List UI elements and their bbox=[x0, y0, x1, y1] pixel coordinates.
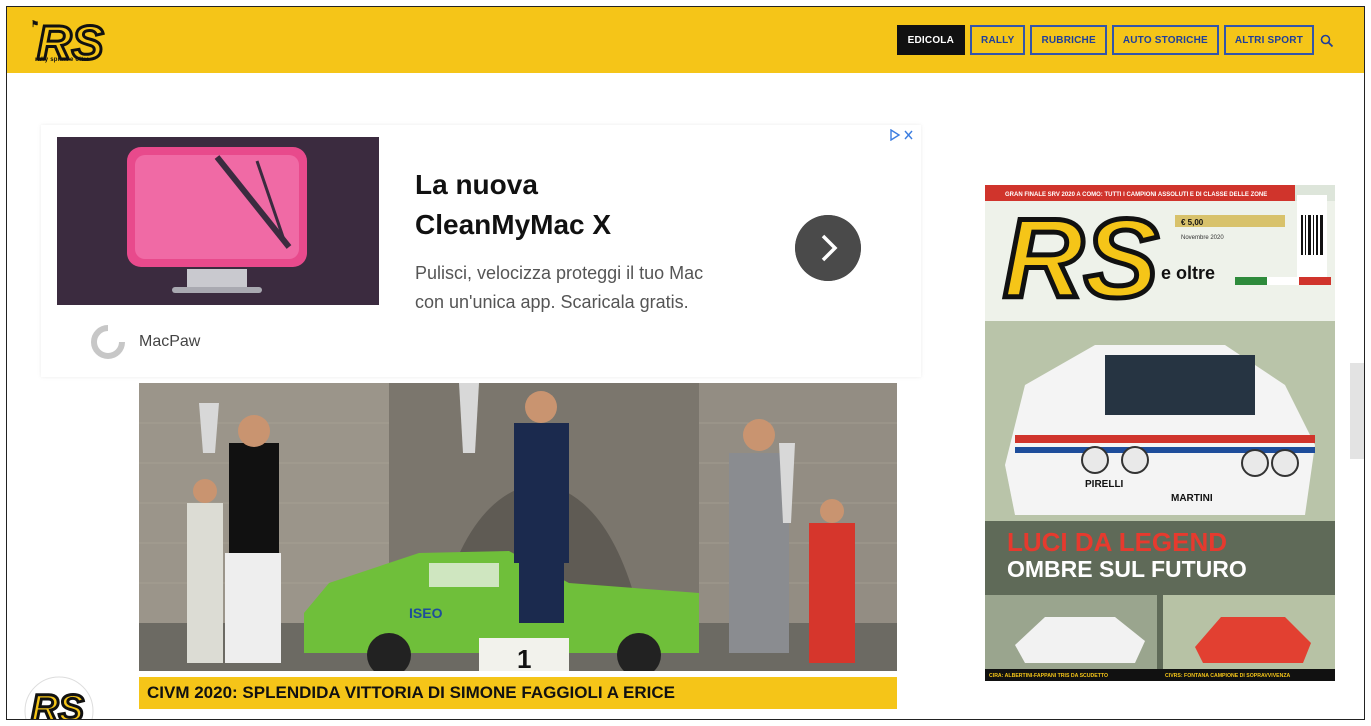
ad-brand-name: MacPaw bbox=[139, 333, 201, 350]
magazine-cover[interactable]: GRAN FINALE SRV 2020 A COMO: TUTTI I CAM… bbox=[985, 185, 1335, 681]
page-frame: ⚑ RS rally sprint e oltre EDICOLA RALLY … bbox=[6, 6, 1365, 720]
cover-sub-left: CIRA: ALBERTINI-FAPPANI TRIS DA SCUDETTO bbox=[989, 673, 1108, 679]
podium-number: 1 bbox=[517, 644, 531, 671]
ad-image bbox=[57, 137, 379, 305]
cover-price: € 5,00 bbox=[1181, 218, 1204, 227]
hero-caption[interactable]: CIVM 2020: SPLENDIDA VITTORIA DI SIMONE … bbox=[139, 677, 897, 709]
car-sponsor-text: ISEO bbox=[409, 605, 443, 621]
cover-headline-1: LUCI DA LEGEND bbox=[1007, 527, 1227, 557]
site-header: ⚑ RS rally sprint e oltre EDICOLA RALLY … bbox=[7, 7, 1364, 73]
chevron-right-icon[interactable] bbox=[795, 215, 861, 281]
monitor-icon bbox=[57, 137, 379, 305]
nav-edicola[interactable]: EDICOLA bbox=[896, 25, 966, 55]
ad-title[interactable]: La nuova CleanMyMac X bbox=[415, 165, 775, 245]
macpaw-logo-icon bbox=[91, 325, 125, 359]
hero-image[interactable]: ISEO 1 bbox=[139, 383, 897, 671]
cover-issue: Novembre 2020 bbox=[1181, 235, 1224, 241]
nav-rally[interactable]: RALLY bbox=[970, 25, 1026, 55]
adchoices-icon[interactable] bbox=[889, 129, 915, 141]
nav-altri-sport[interactable]: ALTRI SPORT bbox=[1223, 25, 1314, 55]
cover-headline-2: OMBRE SUL FUTURO bbox=[1007, 556, 1247, 582]
cover-tyre-brand: PIRELLI bbox=[1085, 479, 1124, 490]
search-icon[interactable] bbox=[1320, 34, 1334, 48]
footer-logo-letters: RS bbox=[31, 688, 84, 720]
ad-description: Pulisci, velocizza proteggi il tuo Mac c… bbox=[415, 263, 704, 312]
cover-logo-letters: RS bbox=[1003, 196, 1159, 321]
cover-sub-right: CIVRS: FONTANA CAMPIONE DI SOPRAVVIVENZA bbox=[1165, 673, 1291, 679]
main-nav: EDICOLA RALLY RUBRICHE AUTO STORICHE ALT… bbox=[896, 25, 1314, 55]
side-scroll-tab[interactable] bbox=[1350, 363, 1364, 459]
nav-rubriche[interactable]: RUBRICHE bbox=[1030, 25, 1107, 55]
logo-tagline: rally sprint e oltre bbox=[35, 57, 90, 63]
nav-auto-storiche[interactable]: AUTO STORICHE bbox=[1111, 25, 1219, 55]
footer-logo[interactable]: RS bbox=[21, 675, 95, 720]
ad-brand[interactable]: MacPaw bbox=[91, 325, 200, 359]
ad-title-line1: La nuova bbox=[415, 169, 538, 200]
ad-banner[interactable]: La nuova CleanMyMac X Pulisci, velocizza… bbox=[41, 125, 921, 377]
podium-photo: ISEO 1 bbox=[139, 383, 897, 671]
cover-logo-suffix: e oltre bbox=[1161, 263, 1215, 283]
ad-title-line2: CleanMyMac X bbox=[415, 209, 612, 240]
cover-car-sponsor: MARTINI bbox=[1171, 493, 1213, 504]
cover-art: GRAN FINALE SRV 2020 A COMO: TUTTI I CAM… bbox=[985, 185, 1335, 681]
barcode-icon bbox=[1297, 195, 1327, 277]
